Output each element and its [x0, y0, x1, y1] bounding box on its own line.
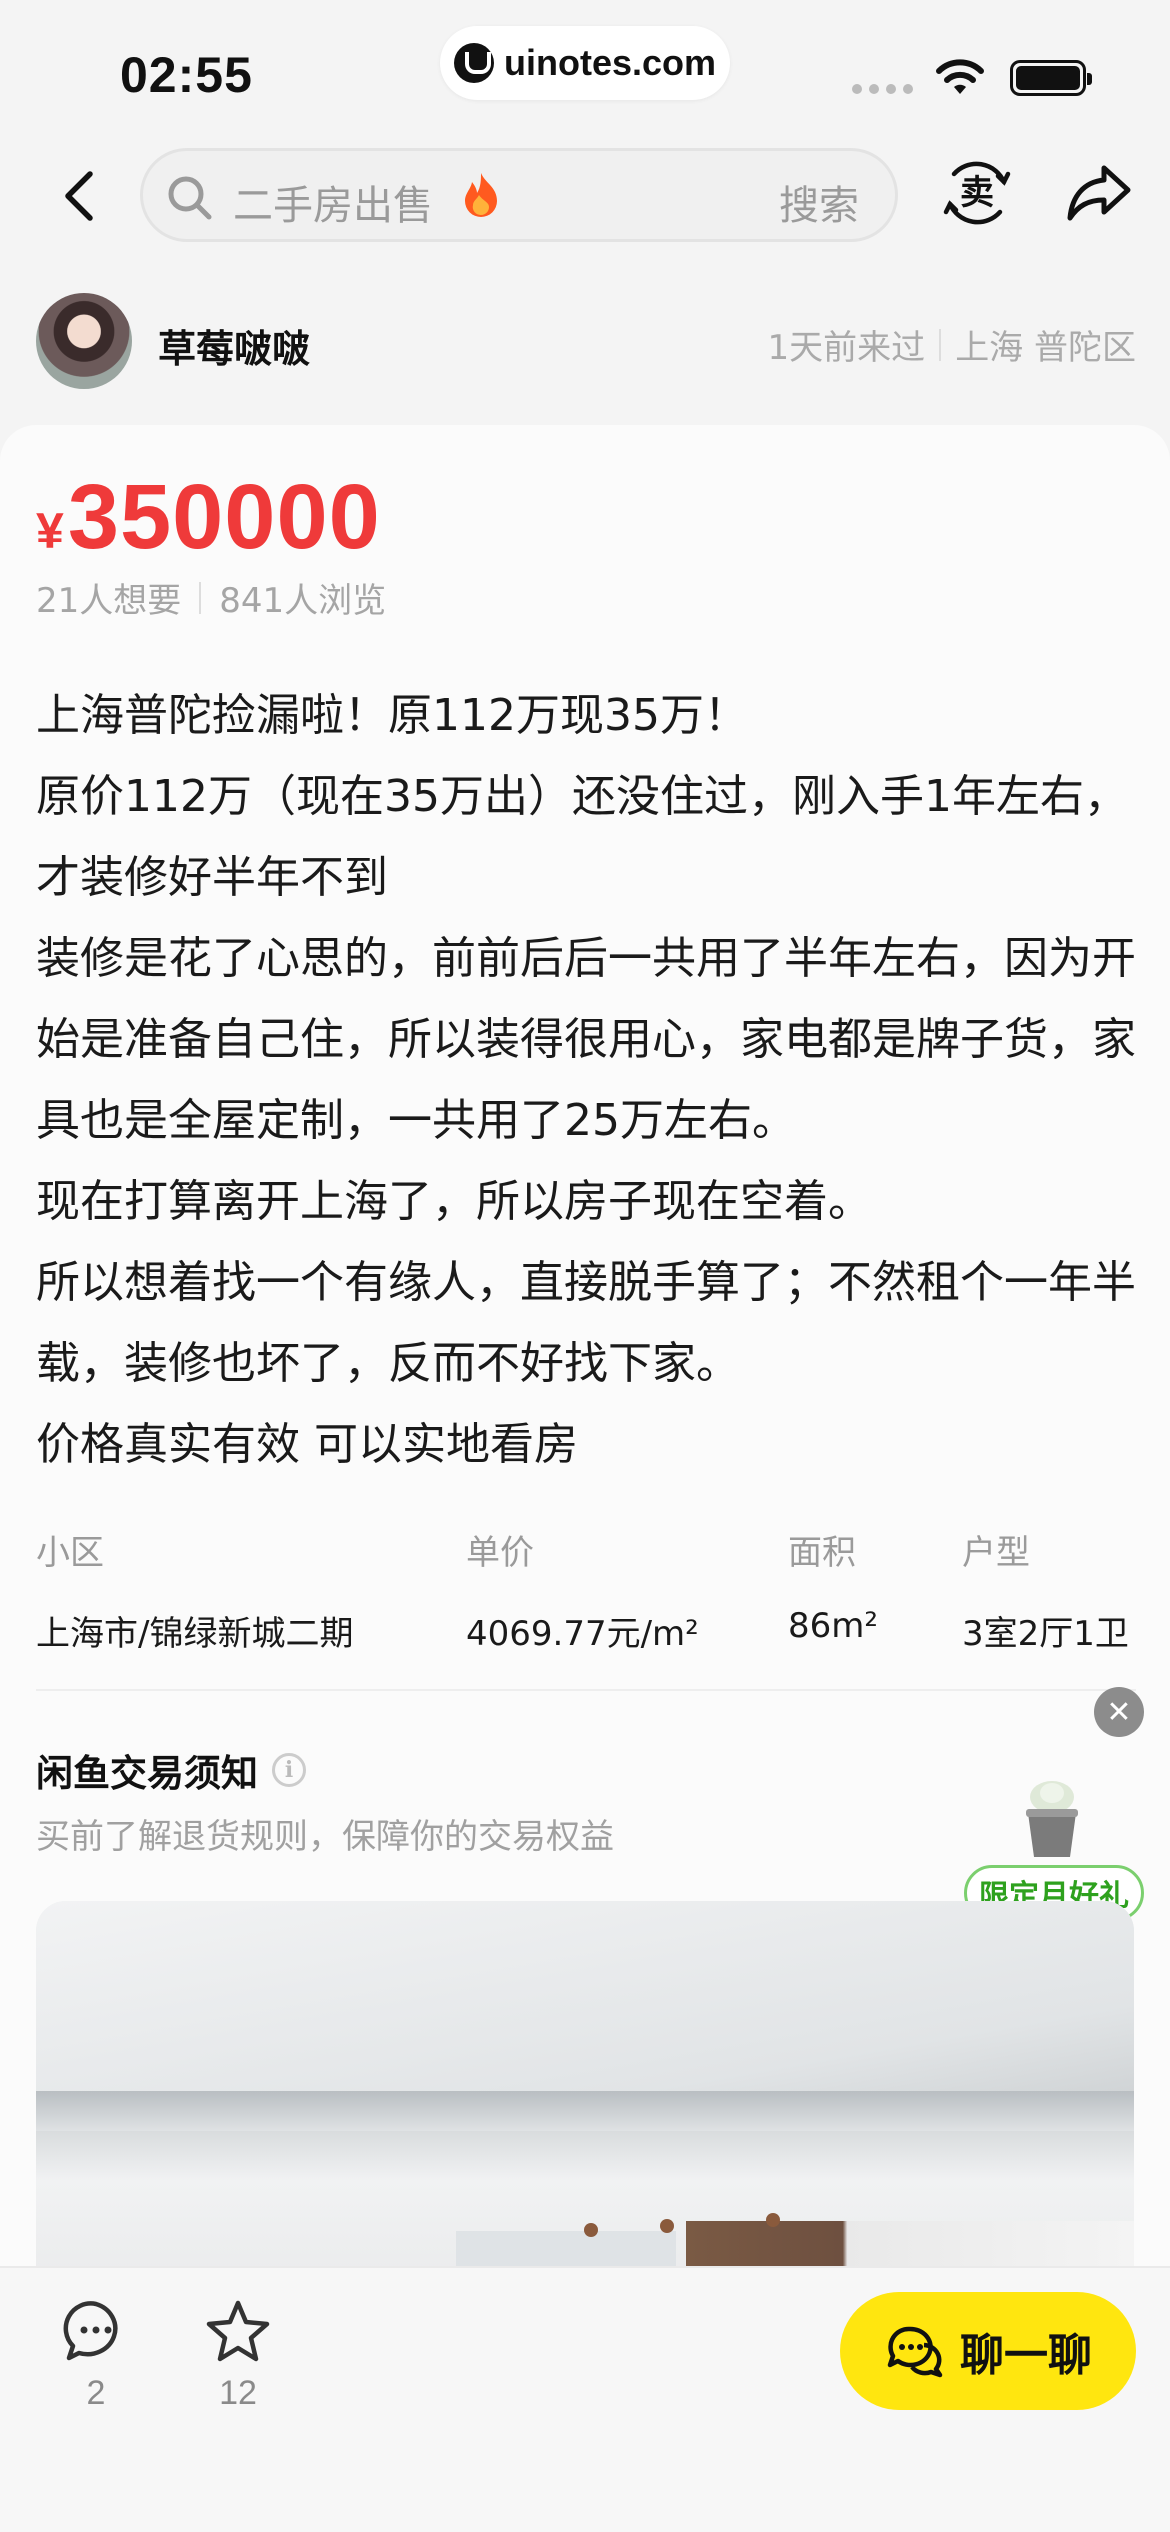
attr-label: 面积	[788, 1533, 856, 1573]
info-icon[interactable]: i	[272, 1753, 306, 1787]
attr-label: 户型	[962, 1533, 1030, 1573]
watermark-logo-icon	[453, 43, 494, 83]
attr-value: 86m²	[788, 1606, 879, 1646]
seller-meta: 1天前来过 上海 普陀区	[768, 320, 1136, 369]
attr-value: 上海市/锦绿新城二期	[36, 1614, 354, 1654]
search-icon	[168, 176, 212, 220]
seller-row[interactable]: 草莓啵啵 1天前来过 上海 普陀区	[36, 290, 1136, 390]
location-text: 上海 普陀区	[955, 328, 1136, 368]
cellular-signal-icon	[852, 84, 913, 94]
back-arrow-icon[interactable]	[52, 166, 112, 226]
battery-icon	[1010, 60, 1092, 96]
favorite-button[interactable]: 12	[198, 2298, 278, 2413]
wants-count: 21人想要	[36, 581, 182, 621]
attr-layout: 户型 3室2厅1卫	[962, 1525, 1134, 1655]
listing-description: 上海普陀捡漏啦！原112万现35万！ 原价112万（现在35万出）还没住过，刚入…	[36, 675, 1136, 1485]
watermark-text: uinotes.com	[503, 42, 717, 83]
sell-icon[interactable]: 卖	[940, 156, 1014, 230]
attr-label: 单价	[466, 1533, 534, 1573]
attr-area: 面积 86m²	[788, 1525, 878, 1646]
last-seen-text: 1天前来过	[767, 328, 926, 368]
chat-bubble-icon	[887, 2326, 943, 2378]
search-input[interactable]: 二手房出售 搜索	[140, 148, 898, 242]
plant-gift-icon[interactable]	[1016, 1775, 1088, 1861]
watermark-badge: uinotes.com	[440, 26, 730, 100]
views-count: 841人浏览	[219, 581, 387, 621]
comment-icon	[63, 2301, 118, 2361]
attr-value: 4069.77元/m²	[466, 1614, 699, 1654]
currency-symbol: ¥	[36, 503, 64, 559]
close-icon[interactable]: ✕	[1094, 1687, 1144, 1737]
price: ¥ 350000	[36, 465, 381, 570]
stats-divider	[199, 581, 202, 614]
comments-button[interactable]: 2	[56, 2298, 136, 2413]
meta-divider	[939, 328, 942, 361]
description-line: 装修是花了心思的，前前后后一共用了半年左右，因为开始是准备自己住，所以装得很用心…	[36, 933, 1136, 1146]
star-icon	[206, 2300, 270, 2362]
search-placeholder: 二手房出售	[233, 183, 433, 229]
attr-value: 3室2厅1卫	[962, 1614, 1129, 1654]
description-line: 原价112万（现在35万出）还没住过，刚入手1年左右，才装修好半年不到	[36, 771, 1128, 903]
attr-label: 小区	[36, 1533, 104, 1573]
seller-name[interactable]: 草莓啵啵	[158, 318, 310, 373]
notice-subtitle: 买前了解退货规则，保障你的交易权益	[36, 1817, 614, 1857]
favorites-count: 12	[219, 2374, 257, 2412]
section-divider	[36, 1689, 1136, 1691]
fire-icon	[465, 173, 497, 217]
property-attributes: 小区 上海市/锦绿新城二期 单价 4069.77元/m² 面积 86m² 户型 …	[36, 1525, 1170, 1665]
top-nav: 二手房出售 搜索 卖	[0, 148, 1170, 244]
attr-community: 小区 上海市/锦绿新城二期	[36, 1525, 353, 1655]
search-button[interactable]: 搜索	[779, 173, 859, 231]
chat-button-label: 聊一聊	[960, 2330, 1092, 2381]
wifi-icon	[936, 59, 984, 94]
comments-count: 2	[86, 2374, 106, 2412]
status-time: 02:55	[120, 47, 253, 103]
avatar[interactable]	[36, 293, 132, 389]
listing-card: ¥ 350000 21人想要 841人浏览 上海普陀捡漏啦！原112万现35万！…	[0, 425, 1170, 2532]
description-line: 现在打算离开上海了，所以房子现在空着。	[36, 1176, 872, 1227]
sell-label: 卖	[960, 173, 994, 213]
attr-unit-price: 单价 4069.77元/m²	[466, 1525, 699, 1655]
price-value: 350000	[67, 466, 381, 568]
chat-button[interactable]: 聊一聊	[840, 2292, 1136, 2410]
description-line: 所以想着找一个有缘人，直接脱手算了；不然租个一年半载，装修也坏了，反而不好找下家…	[36, 1257, 1136, 1389]
bottom-action-bar: 2 12 聊一聊	[0, 2266, 1170, 2532]
listing-stats: 21人想要 841人浏览	[36, 573, 386, 622]
notice-title[interactable]: 闲鱼交易须知 i	[36, 1743, 306, 1797]
share-icon[interactable]	[1066, 160, 1132, 226]
description-line: 上海普陀捡漏啦！原112万现35万！	[36, 690, 748, 741]
status-bar: 02:55 uinotes.com	[0, 0, 1170, 130]
notice-title-text: 闲鱼交易须知	[36, 1752, 258, 1795]
description-line: 价格真实有效 可以实地看房	[36, 1419, 578, 1470]
